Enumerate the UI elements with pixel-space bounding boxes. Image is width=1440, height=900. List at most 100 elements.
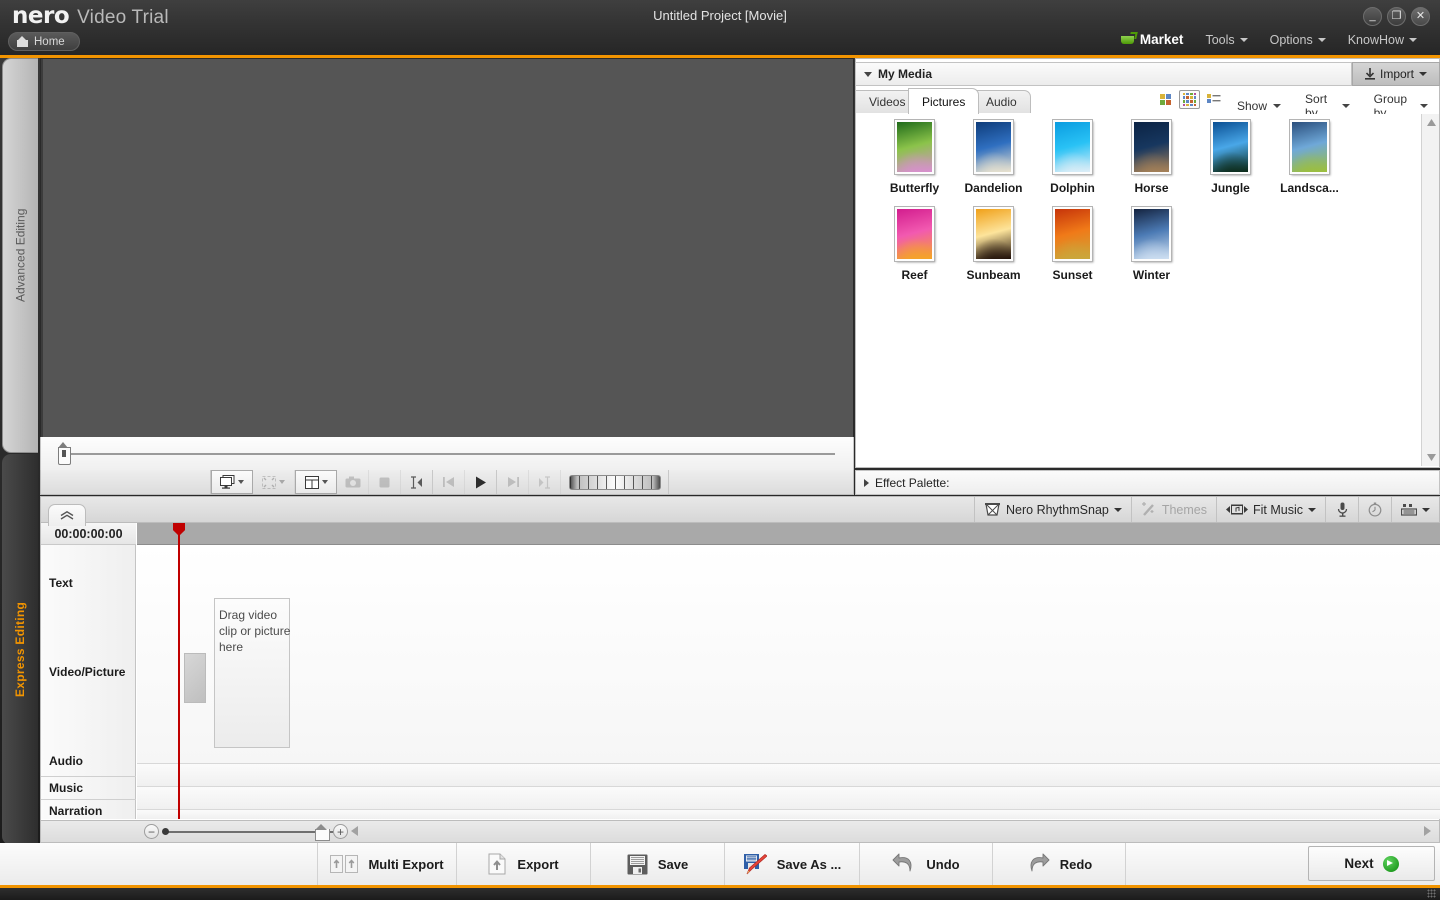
tab-advanced-editing[interactable]: Advanced Editing bbox=[2, 58, 38, 453]
keyboard-icon bbox=[1401, 503, 1417, 516]
mode-tabs: Advanced Editing Express Editing bbox=[0, 58, 40, 845]
media-item[interactable]: Sunset bbox=[1033, 206, 1112, 294]
undo-icon bbox=[892, 853, 912, 872]
media-item[interactable]: Landsca... bbox=[1270, 119, 1349, 207]
track-row-narration[interactable] bbox=[137, 786, 1440, 809]
minimize-button[interactable]: _ bbox=[1363, 7, 1382, 26]
save-button[interactable]: Save bbox=[590, 843, 724, 885]
fit-music-button[interactable]: Fit Music bbox=[1216, 497, 1325, 522]
step-back-button[interactable] bbox=[433, 470, 465, 494]
nero-rhythmsnap-button[interactable]: Nero RhythmSnap bbox=[974, 497, 1131, 522]
show-dropdown-label: Show bbox=[1237, 99, 1268, 113]
stop-button[interactable] bbox=[369, 470, 401, 494]
project-title: Untitled Project [Movie] bbox=[653, 8, 787, 23]
media-item-label: Winter bbox=[1132, 268, 1171, 282]
play-icon bbox=[475, 476, 486, 488]
save-as-label: Save As ... bbox=[776, 856, 842, 872]
seek-track[interactable] bbox=[63, 453, 835, 455]
mark-out-button[interactable] bbox=[529, 470, 561, 494]
export-button[interactable]: Export bbox=[456, 843, 590, 885]
details-view-button[interactable] bbox=[1203, 90, 1224, 109]
arrow-right-circle-icon bbox=[1382, 855, 1399, 872]
multi-export-icon bbox=[330, 855, 359, 873]
tab-express-editing[interactable]: Express Editing bbox=[2, 454, 38, 845]
close-icon: ✕ bbox=[1415, 10, 1426, 22]
next-button-label: Next bbox=[1344, 856, 1374, 871]
display-mode-button[interactable] bbox=[211, 470, 253, 494]
media-scrollbar[interactable] bbox=[1421, 114, 1439, 466]
shopping-cart-icon bbox=[1120, 34, 1135, 45]
multi-export-button[interactable]: Multi Export bbox=[317, 843, 456, 885]
playhead[interactable] bbox=[178, 523, 180, 819]
media-thumbnail bbox=[973, 119, 1014, 175]
record-narration-button[interactable] bbox=[1325, 497, 1358, 522]
play-button[interactable] bbox=[465, 470, 497, 494]
show-dropdown[interactable]: Show bbox=[1225, 97, 1293, 115]
home-button[interactable]: Home bbox=[8, 32, 80, 51]
media-thumbnail bbox=[894, 206, 935, 262]
close-button[interactable]: ✕ bbox=[1411, 7, 1430, 26]
mark-out-icon bbox=[539, 475, 550, 489]
scroll-left-icon[interactable] bbox=[351, 826, 358, 836]
restore-button[interactable]: ❐ bbox=[1387, 7, 1406, 26]
chevron-up-double-icon bbox=[60, 511, 74, 520]
snapshot-button[interactable] bbox=[337, 470, 369, 494]
duration-button[interactable] bbox=[1358, 497, 1391, 522]
preview-seekbar[interactable] bbox=[40, 437, 878, 471]
step-forward-button[interactable] bbox=[497, 470, 529, 494]
scroll-up-icon[interactable] bbox=[1422, 114, 1440, 131]
grid-view-button[interactable] bbox=[1179, 90, 1200, 109]
timeline-view-options-button[interactable] bbox=[1391, 497, 1439, 522]
media-item[interactable]: Dandelion bbox=[954, 119, 1033, 207]
track-row-music[interactable] bbox=[137, 763, 1440, 786]
chevron-down-icon bbox=[1308, 507, 1316, 512]
transition-placeholder[interactable] bbox=[184, 653, 206, 703]
tab-audio[interactable]: Audio bbox=[972, 90, 1031, 113]
media-item[interactable]: Dolphin bbox=[1033, 119, 1112, 207]
next-button[interactable]: Next bbox=[1308, 846, 1435, 881]
mark-in-button[interactable] bbox=[401, 470, 433, 494]
large-icons-view-icon bbox=[1160, 94, 1171, 105]
media-item-label: Horse bbox=[1134, 181, 1169, 195]
tab-pictures[interactable]: Pictures bbox=[908, 88, 980, 114]
media-item[interactable]: Reef bbox=[875, 206, 954, 294]
zoom-slider-handle[interactable] bbox=[315, 824, 330, 841]
media-item[interactable]: Horse bbox=[1112, 119, 1191, 207]
zoom-in-button[interactable]: + bbox=[333, 824, 348, 839]
timeline-zoom-bar: − + bbox=[40, 821, 1440, 843]
menu-knowhow[interactable]: KnowHow bbox=[1337, 31, 1428, 49]
thumbnail-highlight bbox=[976, 152, 1011, 172]
my-media-header[interactable]: My Media bbox=[855, 62, 1352, 86]
scroll-down-icon[interactable] bbox=[1422, 449, 1440, 466]
large-icons-view-button[interactable] bbox=[1155, 90, 1176, 109]
themes-button[interactable]: Themes bbox=[1130, 497, 1216, 522]
drop-target-video-picture[interactable]: Drag video clip or picture here bbox=[214, 598, 290, 748]
zoom-slider-track[interactable] bbox=[163, 831, 333, 833]
scroll-right-icon[interactable] bbox=[1424, 826, 1431, 836]
thumbnail-highlight bbox=[897, 152, 932, 172]
save-as-button[interactable]: Save As ... bbox=[724, 843, 859, 885]
collapse-panel-button[interactable] bbox=[48, 504, 86, 526]
menu-options[interactable]: Options bbox=[1259, 31, 1337, 49]
export-label: Export bbox=[517, 856, 559, 872]
media-item[interactable]: Butterfly bbox=[875, 119, 954, 207]
zoom-out-button[interactable]: − bbox=[144, 824, 159, 839]
fullscreen-button[interactable] bbox=[253, 470, 295, 494]
media-thumbnail-grid: Butterfly Dandelion Dolphin Horse Jungle Land… bbox=[857, 114, 1417, 466]
preview-canvas[interactable] bbox=[43, 59, 853, 437]
menu-tools[interactable]: Tools bbox=[1194, 31, 1258, 49]
menu-market[interactable]: Market bbox=[1109, 30, 1195, 49]
undo-button[interactable]: Undo bbox=[859, 843, 992, 885]
grid-view-icon bbox=[1182, 92, 1197, 107]
timeline-tracks-area[interactable] bbox=[137, 545, 1440, 819]
view-layout-button[interactable] bbox=[295, 470, 337, 494]
timeline-ruler[interactable] bbox=[137, 523, 1440, 545]
import-button[interactable]: Import bbox=[1352, 62, 1440, 86]
redo-button[interactable]: Redo bbox=[992, 843, 1125, 885]
resize-grip-icon[interactable] bbox=[1427, 889, 1436, 898]
media-item[interactable]: Winter bbox=[1112, 206, 1191, 294]
effect-palette-bar[interactable]: Effect Palette: bbox=[855, 470, 1440, 495]
media-item[interactable]: Sunbeam bbox=[954, 206, 1033, 294]
media-item[interactable]: Jungle bbox=[1191, 119, 1270, 207]
jog-shuttle-control[interactable] bbox=[561, 470, 669, 494]
